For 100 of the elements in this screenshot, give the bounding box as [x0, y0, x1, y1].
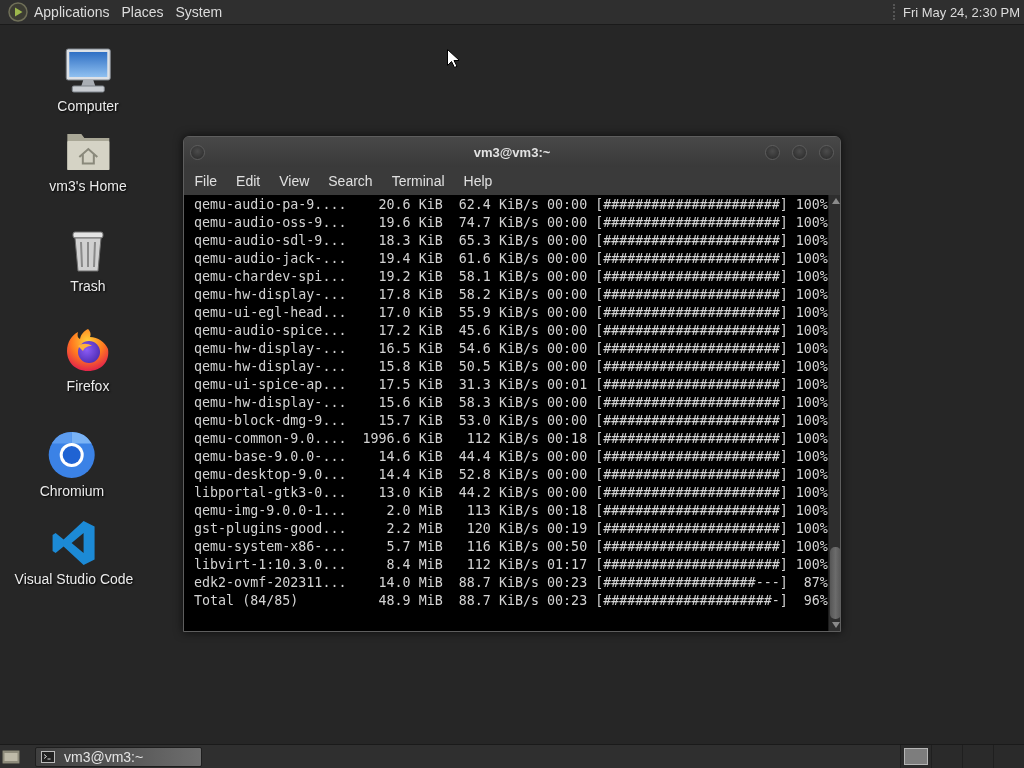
download-speed: 58.3 KiB/s: [458, 394, 539, 412]
download-speed: 55.9 KiB/s: [458, 304, 539, 322]
minimize-button[interactable]: [765, 144, 780, 160]
desktop-shortcut[interactable]: Chromium: [39, 431, 105, 500]
download-speed: 52.8 KiB/s: [458, 466, 539, 484]
download-speed: 44.2 KiB/s: [458, 484, 539, 502]
download-speed: 113 KiB/s: [466, 502, 539, 520]
menu-item[interactable]: Terminal: [382, 169, 455, 193]
percent-text: 100%: [795, 196, 828, 214]
download-speed: 58.2 KiB/s: [458, 286, 539, 304]
file-size: 17.2 KiB: [378, 322, 443, 340]
panel-menu[interactable]: System: [169, 1, 229, 23]
download-speed: 44.4 KiB/s: [458, 448, 539, 466]
item-name: qemu-audio-sdl-9...: [194, 232, 347, 250]
scroll-up-icon[interactable]: [831, 198, 840, 204]
download-speed: 88.7 KiB/s: [458, 574, 539, 592]
menu-item[interactable]: Help: [454, 169, 502, 193]
file-size: 15.6 KiB: [378, 394, 443, 412]
file-size: 20.6 KiB: [378, 196, 443, 214]
item-name: libvirt-1:10.3.0...: [194, 556, 347, 574]
file-size: 16.5 KiB: [378, 340, 443, 358]
time-remaining: 00:00: [547, 286, 588, 304]
menu-item[interactable]: Edit: [226, 169, 270, 193]
download-speed: 62.4 KiB/s: [458, 196, 539, 214]
progress-text: [######################]: [595, 466, 788, 484]
desktop-shortcut[interactable]: Visual Studio Code: [14, 519, 134, 588]
time-remaining: 00:00: [547, 268, 588, 286]
time-remaining: 00:00: [547, 196, 588, 214]
time-remaining: 00:18: [547, 502, 588, 520]
percent-text: 100%: [795, 232, 828, 250]
percent-text: 100%: [795, 394, 828, 412]
progress-text: [######################]: [595, 304, 788, 322]
percent-text: 100%: [795, 448, 828, 466]
workspace-button[interactable]: [900, 745, 931, 768]
time-remaining: 00:00: [547, 358, 588, 376]
download-speed: 65.3 KiB/s: [458, 232, 539, 250]
file-size: 2.0 MiB: [386, 502, 443, 520]
item-name: qemu-base-9.0.0-...: [194, 448, 347, 466]
percent-text: 100%: [795, 268, 828, 286]
percent-text: 100%: [795, 466, 828, 484]
time-remaining: 00:00: [547, 304, 588, 322]
time-remaining: 00:00: [547, 466, 588, 484]
download-speed: 53.0 KiB/s: [458, 412, 539, 430]
panel-menu[interactable]: Places: [115, 1, 170, 23]
taskbar-button[interactable]: vm3@vm3:~: [35, 746, 202, 767]
time-remaining: 00:00: [547, 412, 588, 430]
percent-text: 100%: [795, 538, 828, 556]
progress-text: [######################]: [595, 430, 788, 448]
percent-text: 100%: [795, 484, 828, 502]
show-desktop-icon[interactable]: [2, 748, 20, 765]
close-button[interactable]: [819, 144, 834, 160]
item-name: qemu-chardev-spi...: [194, 268, 347, 286]
time-remaining: 00:00: [547, 484, 588, 502]
item-name: qemu-desktop-9.0...: [194, 466, 347, 484]
mouse-pointer-icon: [447, 49, 459, 68]
time-remaining: 00:00: [547, 448, 588, 466]
time-remaining: 00:00: [547, 322, 588, 340]
percent-text: 87%: [803, 574, 828, 592]
download-speed: 74.7 KiB/s: [458, 214, 539, 232]
file-size: 13.0 KiB: [378, 484, 443, 502]
percent-text: 100%: [795, 412, 828, 430]
file-size: 19.6 KiB: [378, 214, 443, 232]
maximize-button[interactable]: [792, 144, 807, 160]
item-name: qemu-audio-oss-9...: [194, 214, 347, 232]
item-name: qemu-hw-display-...: [194, 358, 347, 376]
window-menu-button[interactable]: [190, 144, 205, 160]
scrollbar[interactable]: [827, 195, 840, 631]
percent-text: 100%: [795, 376, 828, 394]
menu-item[interactable]: File: [185, 169, 227, 193]
download-speed: 45.6 KiB/s: [458, 322, 539, 340]
progress-text: [######################]: [595, 340, 788, 358]
file-size: 18.3 KiB: [378, 232, 443, 250]
scroll-down-icon[interactable]: [831, 622, 840, 628]
progress-text: [######################]: [595, 520, 788, 538]
item-name: qemu-audio-pa-9....: [194, 196, 347, 214]
time-remaining: 00:23: [547, 574, 588, 592]
download-speed: 54.6 KiB/s: [458, 340, 539, 358]
time-remaining: 00:50: [547, 538, 588, 556]
download-speed: 112 KiB/s: [466, 430, 539, 448]
desktop-shortcut[interactable]: Firefox: [64, 326, 112, 395]
desktop-shortcut[interactable]: vm3's Home: [49, 126, 127, 195]
scrollbar-thumb[interactable]: [830, 547, 840, 619]
clock[interactable]: Fri May 24, 2:30 PM: [902, 4, 1020, 20]
desktop-shortcut[interactable]: Computer: [57, 46, 119, 115]
file-size: 2.2 MiB: [386, 520, 443, 538]
item-name: qemu-img-9.0.0-1...: [194, 502, 347, 520]
download-speed: 88.7 KiB/s: [458, 592, 539, 610]
file-size: 15.8 KiB: [378, 358, 443, 376]
app-menu-icon[interactable]: [8, 2, 28, 22]
menu-item[interactable]: Search: [318, 169, 383, 193]
progress-text: [######################]: [595, 250, 788, 268]
download-speed: 112 KiB/s: [466, 556, 539, 574]
file-size: 17.5 KiB: [378, 376, 443, 394]
percent-text: 100%: [795, 430, 828, 448]
download-speed: 58.1 KiB/s: [458, 268, 539, 286]
percent-text: 96%: [803, 592, 828, 610]
menu-item[interactable]: View: [269, 169, 319, 193]
panel-menu[interactable]: Applications: [28, 1, 116, 23]
percent-text: 100%: [795, 322, 828, 340]
desktop-shortcut[interactable]: Trash: [64, 226, 112, 295]
